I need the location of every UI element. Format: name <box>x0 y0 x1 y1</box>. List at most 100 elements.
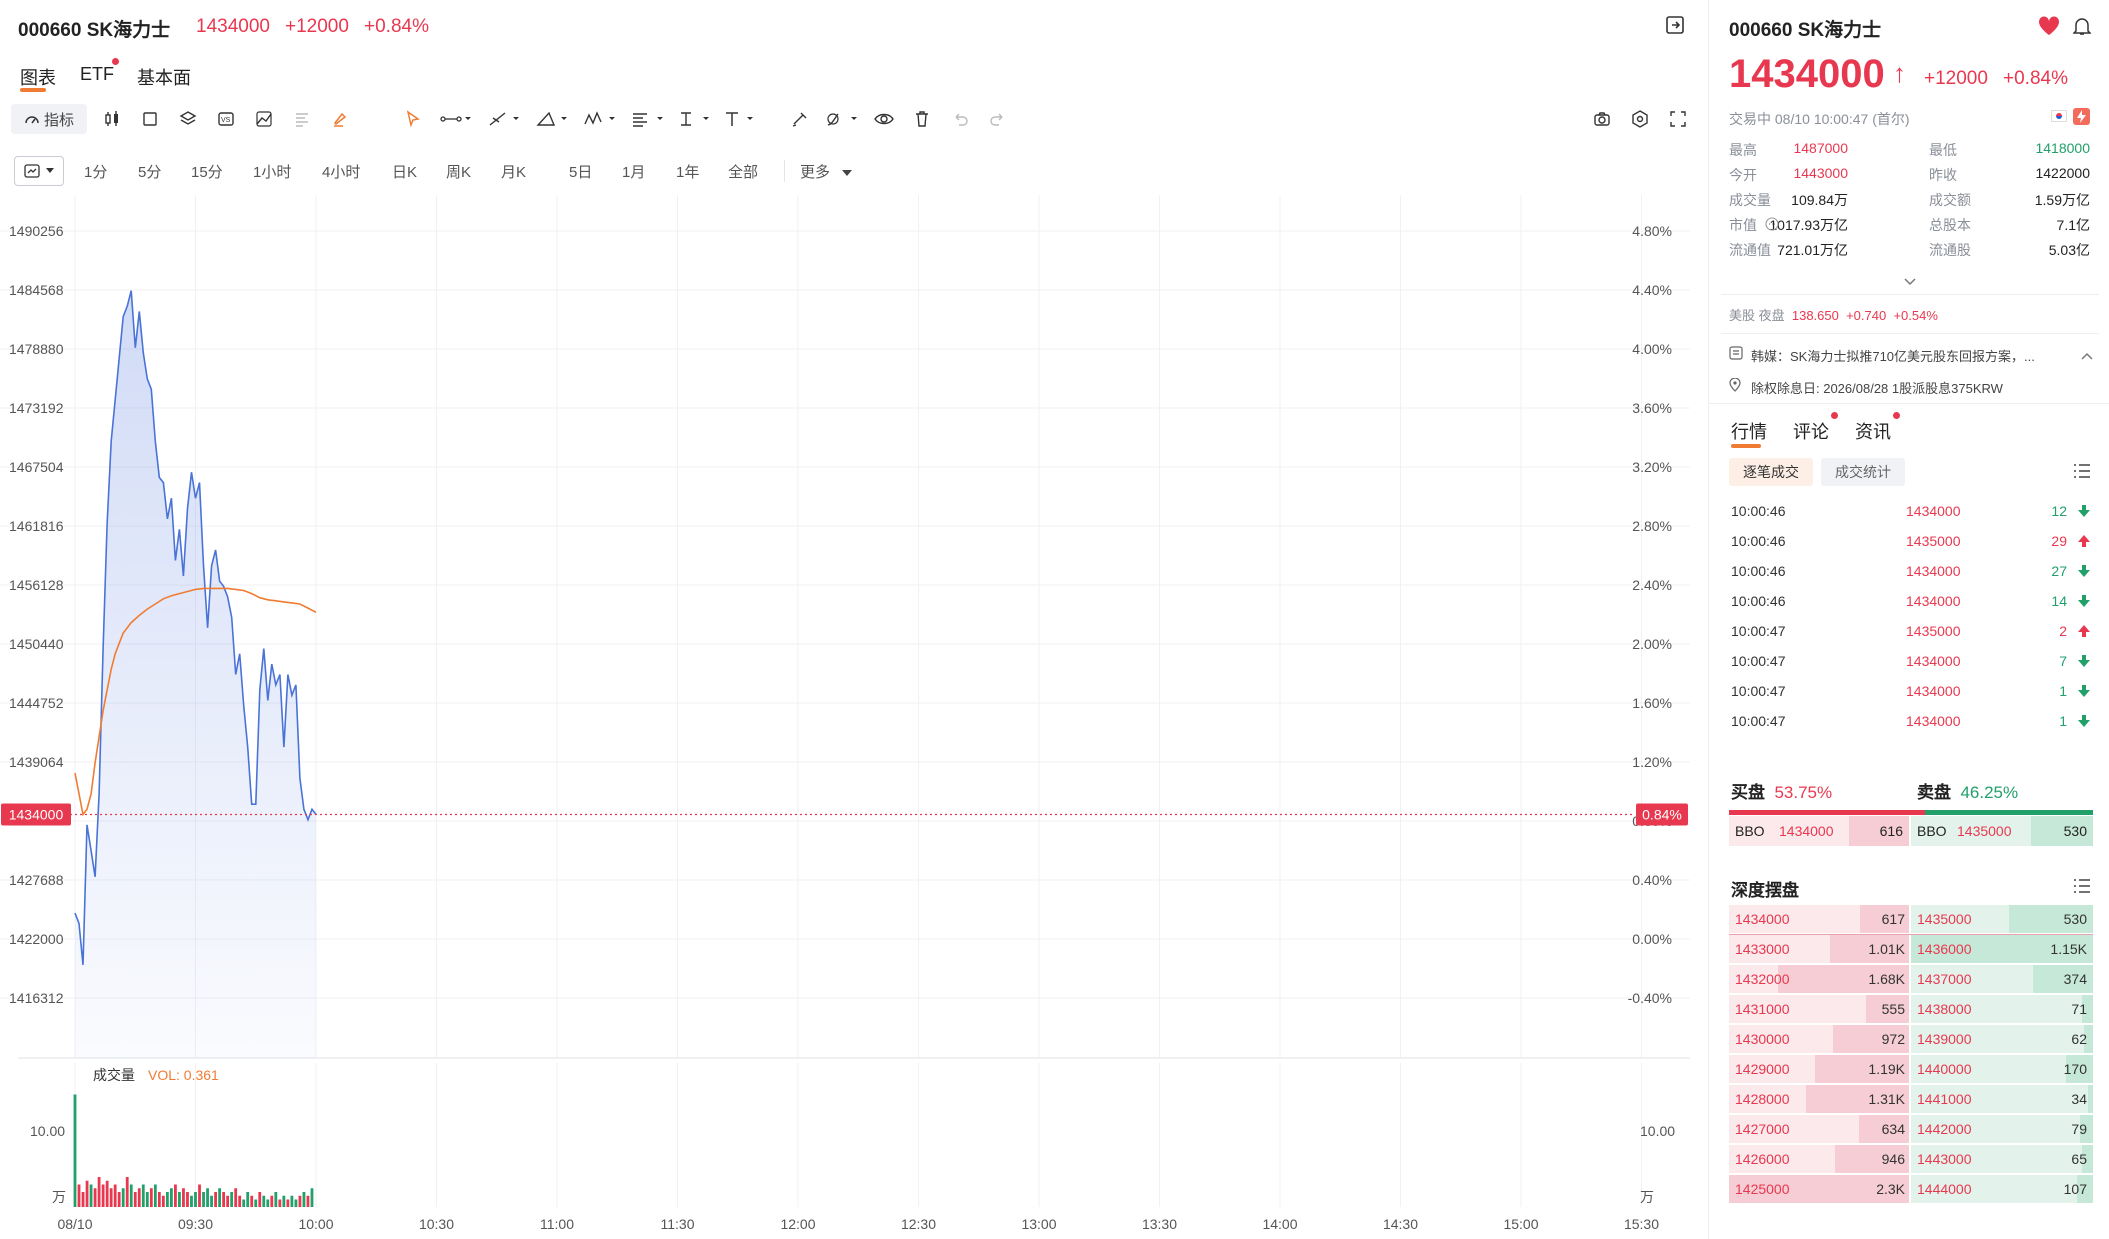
ask-cell: 1439000 62 <box>1911 1025 2093 1053</box>
volume-bar <box>190 1195 193 1207</box>
highlighter-icon[interactable] <box>326 104 354 134</box>
quote-change-pct: +0.84% <box>2003 68 2068 89</box>
info-icon[interactable] <box>1765 217 1779 236</box>
bid-price: 1432000 <box>1735 971 1790 987</box>
period-5min[interactable]: 5分 <box>138 161 161 182</box>
subtab-trade-stats[interactable]: 成交统计 <box>1821 458 1905 486</box>
divider <box>1721 333 2099 334</box>
period-day[interactable]: 日K <box>392 161 417 182</box>
tab-fundamentals[interactable]: 基本面 <box>137 64 191 90</box>
volume-bar <box>174 1184 177 1207</box>
depth-row: 1429000 1.19K 1440000 170 <box>1729 1055 2093 1085</box>
list-icon[interactable] <box>2073 878 2091 899</box>
list-icon[interactable] <box>2073 463 2091 484</box>
ask-cell: 1442000 79 <box>1911 1115 2093 1143</box>
period-1min[interactable]: 1分 <box>84 161 107 182</box>
volume-bar <box>238 1195 242 1207</box>
bid-volume: 946 <box>1881 1151 1905 1167</box>
compare-icon[interactable]: VS <box>212 104 240 134</box>
us-night-quote[interactable]: 美股 夜盘 138.650 +0.740 +0.54% <box>1729 305 1938 324</box>
tab-chart[interactable]: 图表 <box>20 64 56 92</box>
stat-value: 109.84万 <box>1791 192 1848 208</box>
trash-icon[interactable] <box>908 104 936 134</box>
period-bar: 1分 5分 15分 1小时 4小时 日K 周K 月K 5日 1月 1年 全部 更… <box>14 156 874 186</box>
cursor-icon[interactable] <box>400 104 426 134</box>
time-tick-label: 10:30 <box>419 1216 454 1232</box>
arrow-down-icon <box>2077 714 2091 731</box>
price-tick-label: 1456128 <box>9 577 64 593</box>
chevron-up-icon[interactable] <box>2081 347 2093 365</box>
chart-style-icon[interactable] <box>250 104 278 134</box>
candlestick-icon[interactable] <box>98 104 126 134</box>
subtab-tick-trades[interactable]: 逐笔成交 <box>1729 458 1813 486</box>
line-chart-icon <box>24 164 40 178</box>
fullscreen-icon[interactable] <box>1664 104 1692 134</box>
trade-volume: 1 <box>2059 683 2067 699</box>
trade-row: 10:00:47 1434000 7 <box>1731 653 2091 683</box>
time-tick-label: 13:00 <box>1021 1216 1056 1232</box>
collapse-panel-icon[interactable] <box>1665 15 1685 35</box>
period-month[interactable]: 月K <box>501 161 526 182</box>
bell-icon[interactable] <box>2072 16 2092 41</box>
tab-comments[interactable]: 评论 <box>1793 412 1838 444</box>
undo-icon[interactable] <box>946 104 974 134</box>
period-week[interactable]: 周K <box>446 161 471 182</box>
period-all[interactable]: 全部 <box>728 161 758 182</box>
period-1m[interactable]: 1月 <box>622 161 645 182</box>
tab-market[interactable]: 行情 <box>1731 418 1767 448</box>
indicator-button[interactable]: 指标 <box>11 104 87 134</box>
stock-code: 000660 <box>18 20 82 41</box>
rectangle-icon[interactable] <box>136 104 164 134</box>
expand-chevron-icon[interactable] <box>1904 273 1916 291</box>
ask-price: 1441000 <box>1917 1091 1972 1107</box>
measure-icon[interactable] <box>674 104 714 134</box>
ask-cell: 1440000 170 <box>1911 1055 2093 1083</box>
volume-tick-label: 10.00 <box>1640 1123 1675 1139</box>
stock-name: SK海力士 <box>86 20 171 41</box>
period-5day[interactable]: 5日 <box>569 161 592 182</box>
trade-volume: 1 <box>2059 713 2067 729</box>
price-chart[interactable]: 1490256 1484568 1478880 1473192 1467504 14618… <box>0 195 1707 1239</box>
volume-bar <box>153 1184 157 1207</box>
arrow-down-icon <box>2077 504 2091 521</box>
period-more[interactable]: 更多 <box>800 161 853 182</box>
period-1h[interactable]: 1小时 <box>253 161 291 182</box>
ask-bar <box>2087 1085 2093 1113</box>
trade-price: 1434000 <box>1906 593 1961 609</box>
ray-icon[interactable] <box>484 104 524 134</box>
angle-icon[interactable] <box>532 104 572 134</box>
period-15min[interactable]: 15分 <box>191 161 223 182</box>
flash-icon[interactable] <box>2073 108 2090 125</box>
settings-icon[interactable] <box>1626 104 1654 134</box>
layers-icon[interactable] <box>174 104 202 134</box>
volume-bar <box>133 1192 137 1207</box>
eye-icon[interactable] <box>870 104 898 134</box>
volume-bar <box>186 1192 189 1207</box>
period-1y[interactable]: 1年 <box>676 161 699 182</box>
news-headline[interactable]: 韩媒：SK海力士拟推710亿美元股东回报方案，... <box>1751 346 2035 365</box>
pct-tick-label: 0.00% <box>1632 931 1672 947</box>
camera-icon[interactable] <box>1588 104 1616 134</box>
volume-bar <box>226 1195 230 1207</box>
tab-etf[interactable]: ETF <box>80 58 119 85</box>
fib-icon[interactable] <box>628 104 668 134</box>
ask-price: 1435000 <box>1917 911 1972 927</box>
pct-tick-label: 4.00% <box>1632 341 1672 357</box>
text-icon[interactable] <box>720 104 760 134</box>
trendline-icon[interactable] <box>436 104 476 134</box>
brush-icon[interactable] <box>822 104 862 134</box>
magnet-icon[interactable] <box>786 104 814 134</box>
tab-news[interactable]: 资讯 <box>1855 412 1900 444</box>
redo-icon[interactable] <box>984 104 1012 134</box>
wave-icon[interactable] <box>580 104 620 134</box>
chart-type-select[interactable] <box>14 156 64 186</box>
favorite-heart-icon[interactable] <box>2038 16 2060 41</box>
volume-bar <box>274 1192 278 1207</box>
price-tick-label: 1473192 <box>9 400 64 416</box>
align-icon[interactable] <box>288 104 316 134</box>
volume-unit-label: 万 <box>52 1189 66 1205</box>
time-tick-label: 11:30 <box>661 1216 695 1232</box>
period-4h[interactable]: 4小时 <box>322 161 360 182</box>
price-tick-label: 1427688 <box>9 872 64 888</box>
dividend-info: 除权除息日: 2026/08/28 1股派股息375KRW <box>1751 381 2003 396</box>
